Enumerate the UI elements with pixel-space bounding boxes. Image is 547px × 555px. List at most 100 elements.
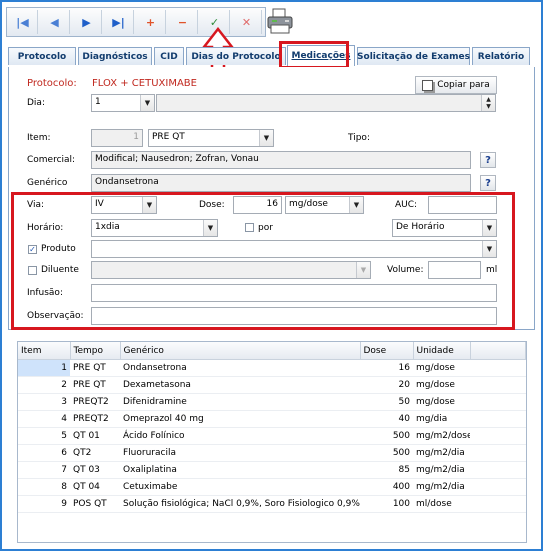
cell-item: 6 (18, 444, 70, 462)
table-row[interactable]: 4 PREQT2 Omeprazol 40 mg 40 mg/dia (18, 410, 526, 428)
dia-description-field[interactable]: ▲ ▼ (156, 94, 496, 112)
diluente-select: ▼ (91, 261, 371, 279)
dose-unit-select[interactable]: mg/dose ▼ (285, 196, 364, 214)
chevron-down-icon[interactable]: ▼ (482, 241, 496, 257)
spinner-icon[interactable]: ▲ ▼ (481, 95, 495, 111)
cell-item: 1 (18, 359, 70, 377)
generico-value: Ondansetrona (95, 177, 159, 187)
horario-select[interactable]: 1xdia ▼ (91, 219, 218, 237)
remove-button[interactable]: − (168, 10, 198, 34)
chevron-down-icon[interactable]: ▼ (349, 197, 363, 213)
dia-select[interactable]: 1 ▼ (91, 94, 155, 112)
cancel-button[interactable]: ✕ (232, 10, 262, 34)
chevron-down-icon[interactable]: ▼ (482, 220, 496, 236)
tab-cid[interactable]: CID (154, 47, 184, 65)
infusao-input[interactable] (91, 284, 497, 302)
previous-record-button[interactable]: ◀ (40, 10, 70, 34)
cell-dose: 40 (360, 410, 413, 428)
via-label: Via: (27, 200, 45, 210)
add-button[interactable]: + (136, 10, 166, 34)
next-record-button[interactable]: ▶ (72, 10, 102, 34)
via-select[interactable]: IV ▼ (91, 196, 157, 214)
cell-dose: 16 (360, 359, 413, 377)
produto-checkbox[interactable]: ✓ (28, 245, 37, 254)
chevron-down-icon: ▼ (356, 262, 370, 278)
medications-grid: Item Tempo Genérico Dose Unidade 1 PRE QT Onda… (17, 341, 527, 543)
por-checkbox[interactable] (245, 223, 254, 232)
chevron-down-icon[interactable]: ▼ (142, 197, 156, 213)
protocol-label: Protocolo: (27, 78, 77, 89)
table-row[interactable]: 8 QT 04 Cetuximabe 400 mg/m2/dia (18, 478, 526, 496)
tab-solicitacao-de-exames[interactable]: Solicitação de Exames (357, 47, 470, 65)
first-record-button[interactable]: |◀ (8, 10, 38, 34)
column-header[interactable]: Unidade (413, 342, 471, 360)
cell-unidade: mg/m2/dia (413, 461, 470, 479)
column-header[interactable]: Tempo (70, 342, 121, 360)
cell-generico: Solução fisiológica; NaCl 0,9%, Soro Fis… (120, 495, 360, 513)
copy-to-button[interactable]: Copiar para (415, 76, 497, 94)
table-row[interactable]: 1 PRE QT Ondansetrona 16 mg/dose (18, 359, 526, 377)
dose-unit-value: mg/dose (289, 199, 328, 209)
last-record-icon: ▶| (112, 15, 125, 29)
cell-dose: 85 (360, 461, 413, 479)
cell-tempo: QT 03 (70, 461, 120, 479)
infusao-label: Infusão: (27, 288, 63, 298)
tab-dias-do-protocolo[interactable]: Dias do Protocolo (186, 47, 286, 65)
table-row[interactable]: 2 PRE QT Dexametasona 20 mg/dose (18, 376, 526, 394)
cancel-icon: ✕ (241, 15, 252, 29)
cell-generico: Cetuximabe (120, 478, 360, 496)
dose-input[interactable]: 16 (233, 196, 282, 214)
print-button[interactable] (265, 5, 295, 37)
cell-filler (470, 495, 526, 513)
tab-protocolo[interactable]: Protocolo (8, 47, 76, 65)
cell-item: 5 (18, 427, 70, 445)
comercial-help-button[interactable]: ? (480, 152, 496, 168)
table-row[interactable]: 9 POS QT Solução fisiológica; NaCl 0,9%, S… (18, 495, 526, 513)
tab-diagnosticos[interactable]: Diagnósticos (78, 47, 152, 65)
volume-input[interactable] (428, 261, 481, 279)
diluente-checkbox[interactable] (28, 266, 37, 275)
cell-filler (470, 427, 526, 445)
previous-record-icon: ◀ (50, 15, 59, 29)
column-header[interactable]: Genérico (120, 342, 361, 360)
last-record-button[interactable]: ▶| (104, 10, 134, 34)
cell-item: 2 (18, 376, 70, 394)
next-record-icon: ▶ (82, 15, 91, 29)
chevron-down-icon[interactable]: ▼ (140, 95, 154, 111)
chevron-down-icon[interactable]: ▼ (259, 130, 273, 146)
table-row[interactable]: 5 QT 01 Ácido Folínico 500 mg/m2/dose (18, 427, 526, 445)
auc-input[interactable] (428, 196, 497, 214)
produto-select[interactable]: ▼ (91, 240, 497, 258)
help-icon: ? (485, 154, 491, 166)
cell-filler (470, 393, 526, 411)
por-label: por (258, 223, 273, 233)
cell-item: 3 (18, 393, 70, 411)
table-row[interactable]: 7 QT 03 Oxaliplatina 85 mg/m2/dia (18, 461, 526, 479)
cell-unidade: mg/dose (413, 393, 470, 411)
volume-label: Volume: (387, 265, 424, 275)
cell-unidade: mg/dia (413, 410, 470, 428)
tipo-label: Tipo: (348, 133, 370, 143)
item-tempo-select[interactable]: PRE QT ▼ (148, 129, 274, 147)
cell-unidade: mg/dose (413, 359, 470, 377)
cell-tempo: QT2 (70, 444, 120, 462)
generico-help-button[interactable]: ? (480, 175, 496, 191)
table-row[interactable]: 6 QT2 Fluoruracila 500 mg/m2/dia (18, 444, 526, 462)
generico-label: Genérico (27, 178, 68, 188)
cell-dose: 400 (360, 478, 413, 496)
observacao-label: Observação: (27, 311, 84, 321)
tab-relatorio[interactable]: Relatório (472, 47, 530, 65)
column-header-filler (470, 342, 526, 360)
observacao-input[interactable] (91, 307, 497, 325)
chevron-down-icon[interactable]: ▼ (203, 220, 217, 236)
table-row[interactable]: 3 PREQT2 Difenidramine 50 mg/dose (18, 393, 526, 411)
printer-icon (267, 8, 293, 34)
column-header[interactable]: Dose (360, 342, 414, 360)
remove-icon: − (177, 15, 188, 29)
horario-type-select[interactable]: De Horário ▼ (392, 219, 497, 237)
horario-type-value: De Horário (396, 222, 445, 232)
cell-item: 8 (18, 478, 70, 496)
tab-highlight-annotation (279, 41, 349, 69)
cell-tempo: POS QT (70, 495, 120, 513)
column-header[interactable]: Item (18, 342, 71, 360)
